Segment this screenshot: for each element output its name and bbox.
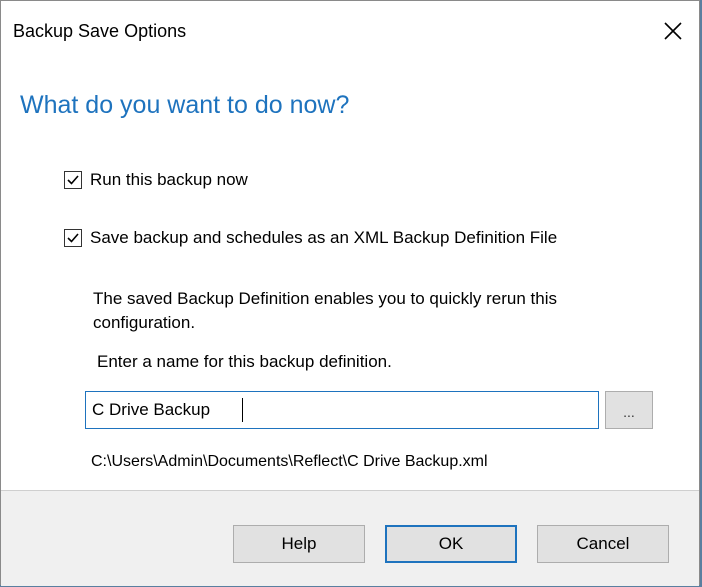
browse-button[interactable]: ... (605, 391, 653, 429)
window-title: Backup Save Options (13, 21, 187, 41)
run-backup-now-option[interactable]: Run this backup now (64, 170, 248, 190)
run-backup-now-label: Run this backup now (90, 170, 248, 189)
save-definition-checkbox[interactable] (64, 229, 82, 247)
title-bar: Backup Save Options (1, 1, 699, 63)
checkmark-icon (67, 175, 79, 185)
ok-button[interactable]: OK (385, 525, 517, 563)
backup-save-options-dialog: Backup Save Options What do you want to … (0, 0, 700, 586)
file-path: C:\Users\Admin\Documents\Reflect\C Drive… (91, 453, 488, 470)
checkmark-icon (67, 233, 79, 243)
help-button[interactable]: Help (233, 525, 365, 563)
close-button[interactable] (655, 13, 691, 49)
save-definition-label: Save backup and schedules as an XML Back… (90, 228, 558, 247)
page-heading: What do you want to do now? (20, 91, 350, 119)
run-backup-now-checkbox[interactable] (64, 171, 82, 189)
backup-name-input[interactable] (85, 391, 599, 429)
definition-description: The saved Backup Definition enables you … (93, 289, 557, 332)
name-prompt: Enter a name for this backup definition. (97, 352, 392, 371)
text-caret (242, 398, 243, 422)
save-definition-option[interactable]: Save backup and schedules as an XML Back… (64, 228, 557, 248)
cancel-button[interactable]: Cancel (537, 525, 669, 563)
close-icon (664, 22, 682, 40)
